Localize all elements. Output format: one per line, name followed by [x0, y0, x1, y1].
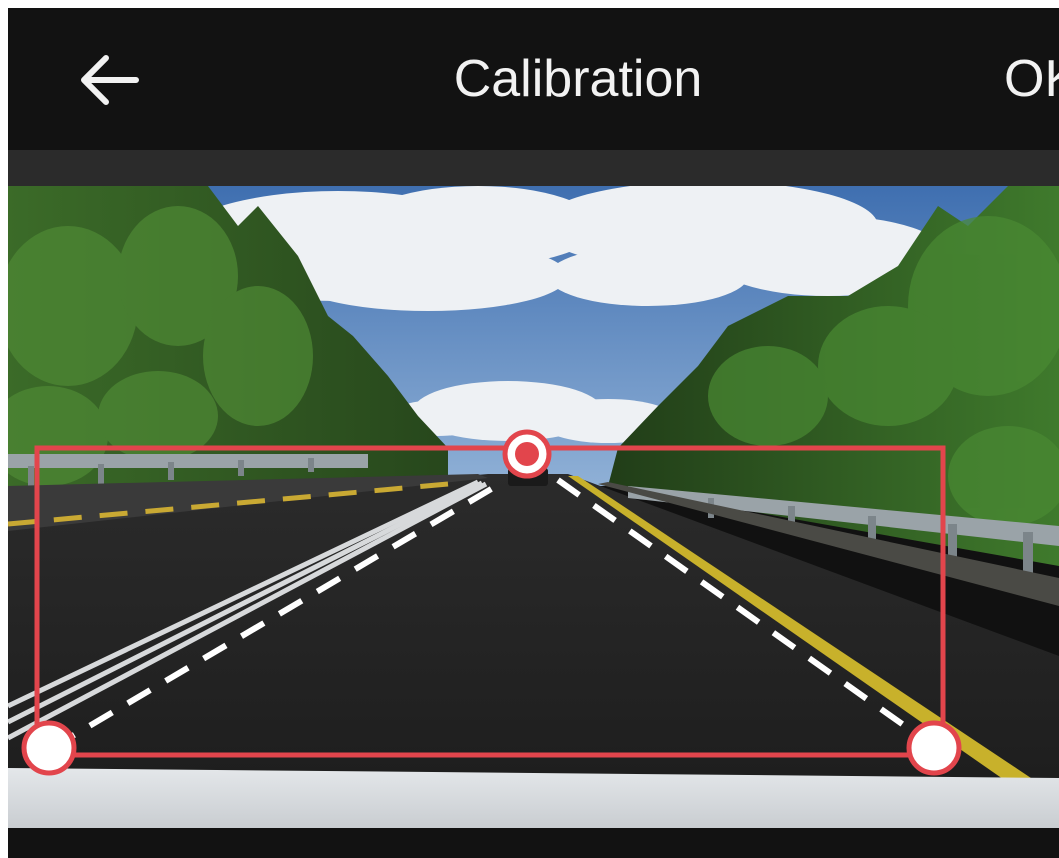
road-scene [8, 186, 1059, 828]
toolbar-spacer [8, 150, 1059, 186]
ok-button[interactable]: OK [1004, 8, 1059, 150]
page-title: Calibration [453, 50, 703, 108]
arrow-left-icon [81, 55, 139, 105]
camera-preview [8, 186, 1059, 828]
app-bar: Calibration OK [8, 8, 1059, 150]
vanishing-point-handle[interactable] [502, 429, 552, 479]
back-button[interactable] [66, 42, 150, 118]
bottom-bar [8, 828, 1059, 858]
right-lane-handle[interactable] [906, 720, 962, 776]
app-screen: Calibration OK [8, 8, 1059, 858]
left-lane-handle[interactable] [21, 720, 77, 776]
